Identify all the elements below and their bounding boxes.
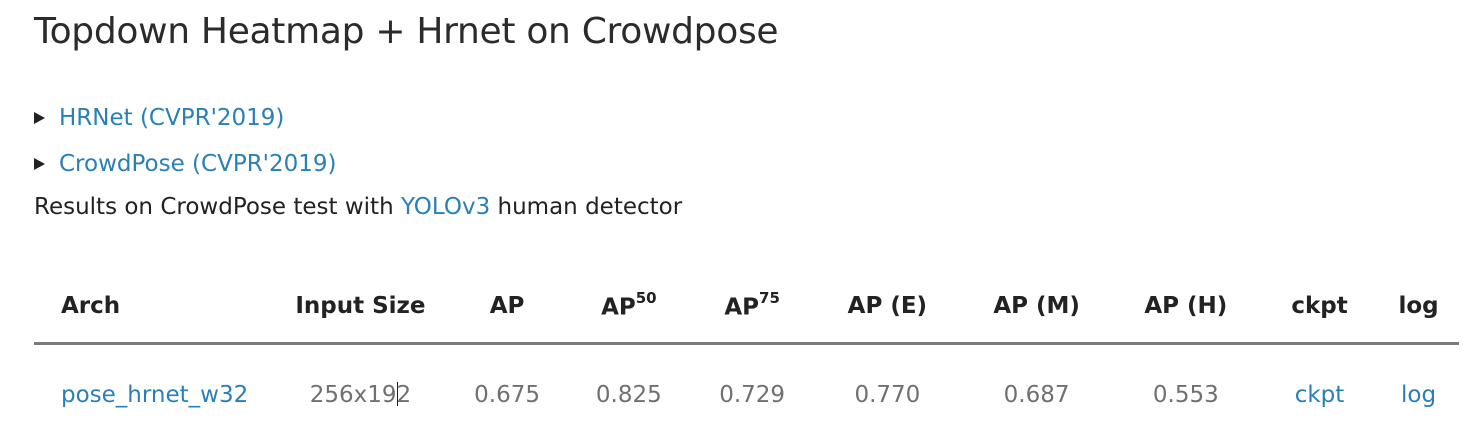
table-row: pose_hrnet_w32 256x192 0.675 0.825 0.729…: [34, 344, 1459, 442]
cell-ap: 0.675: [474, 382, 540, 408]
col-header-log: log: [1378, 270, 1459, 345]
cell-ap50: 0.825: [595, 382, 662, 408]
details-summary-crowdpose[interactable]: CrowdPose (CVPR'2019): [59, 148, 337, 180]
col-header-ckpt: ckpt: [1260, 270, 1379, 345]
log-link[interactable]: log: [1401, 382, 1436, 408]
cell-ap-h: 0.553: [1152, 382, 1219, 408]
col-header-ap-e: AP (E): [812, 270, 963, 345]
ap50-base: AP: [601, 294, 636, 321]
col-header-input-size: Input Size: [272, 270, 449, 345]
details-summary-hrnet[interactable]: HRNet (CVPR'2019): [59, 102, 284, 134]
col-header-ap-h: AP (H): [1110, 270, 1261, 345]
results-table: Arch Input Size AP AP50 AP75 AP (E) AP (…: [34, 270, 1459, 442]
input-size-part-b: 2: [396, 382, 412, 408]
table-header-row: Arch Input Size AP AP50 AP75 AP (E) AP (…: [34, 270, 1459, 345]
results-suffix: human detector: [490, 194, 683, 220]
col-header-ap-m: AP (M): [962, 270, 1111, 345]
cell-ap75: 0.729: [719, 382, 786, 408]
cell-ap-e: 0.770: [854, 382, 921, 408]
disclosure-triangle-icon[interactable]: [34, 112, 45, 124]
results-prefix: Results on CrowdPose test with: [34, 194, 401, 220]
col-header-ap75: AP75: [692, 270, 813, 345]
cell-log: log: [1378, 344, 1459, 442]
yolov3-link[interactable]: YOLOv3: [401, 194, 490, 220]
arch-config-link[interactable]: pose_hrnet_w32: [61, 382, 248, 408]
ckpt-link[interactable]: ckpt: [1295, 382, 1345, 408]
ap75-sup: 75: [759, 288, 780, 307]
results-description: Results on CrowdPose test with YOLOv3 hu…: [34, 191, 682, 223]
ap50-sup: 50: [635, 288, 657, 307]
col-header-ap: AP: [448, 270, 566, 345]
cell-ap-m: 0.687: [1003, 382, 1070, 408]
page-title: Topdown Heatmap + Hrnet on Crowdpose: [34, 11, 779, 52]
col-header-arch: Arch: [34, 270, 273, 345]
cell-ckpt: ckpt: [1261, 344, 1378, 442]
col-header-ap50: AP50: [565, 270, 693, 345]
disclosure-triangle-icon[interactable]: [34, 158, 45, 170]
details-hrnet[interactable]: HRNet (CVPR'2019): [34, 102, 284, 134]
input-size-part-a: 256x19: [309, 382, 397, 408]
cell-arch: pose_hrnet_w32: [34, 344, 272, 442]
ap75-base: AP: [724, 294, 760, 321]
cell-input-size: 256x192: [272, 344, 448, 442]
details-crowdpose[interactable]: CrowdPose (CVPR'2019): [34, 148, 337, 180]
